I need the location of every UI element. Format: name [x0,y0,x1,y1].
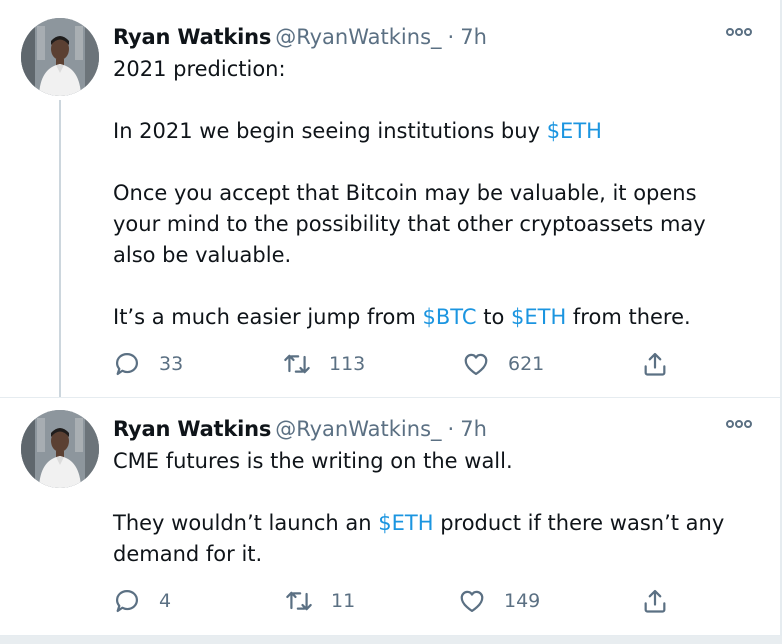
tweet-text: CME futures is the writing on the wall. … [113,446,740,570]
tweet-paragraph: They wouldn’t launch an $ETH product if … [113,511,725,566]
tweet-header: Ryan Watkins @RyanWatkins_ · 7h [113,412,740,446]
cashtag-link[interactable]: $BTC [423,305,477,329]
tweet-timestamp[interactable]: 7h [460,417,487,441]
retweet-count: 113 [329,353,366,375]
more-horizontal-icon [726,28,752,36]
avatar[interactable] [21,410,99,488]
tweet-paragraph: CME futures is the writing on the wall. [113,449,513,473]
like-count: 621 [508,353,545,375]
tweet-content: Ryan Watkins @RyanWatkins_ · 7h 2021 predic… [113,20,740,333]
tweet-text: 2021 prediction: In 2021 we begin seeing… [113,54,740,333]
timeline-bottom-border [0,636,782,644]
like-button[interactable]: 621 [462,346,544,382]
cashtag-link[interactable]: $ETH [511,305,566,329]
share-button[interactable] [641,583,669,619]
separator-dot: · [447,25,455,49]
author-handle[interactable]: @RyanWatkins_ [275,417,441,441]
tweet-paragraph: Once you accept that Bitcoin may be valu… [113,181,706,267]
cashtag-link[interactable]: $ETH [378,511,433,535]
like-count: 149 [504,590,541,612]
share-icon [644,352,666,376]
share-icon [644,589,666,613]
reply-button[interactable]: 33 [113,346,183,382]
retweet-button[interactable]: 113 [283,346,365,382]
more-options-button[interactable] [724,22,754,42]
tweet-1[interactable]: Ryan Watkins @RyanWatkins_ · 7h 2021 predic… [0,0,780,397]
thread-connector-line [59,100,61,397]
tweet-actions: 33 113 621 [113,346,693,382]
reply-button[interactable]: 4 [113,583,171,619]
retweet-icon [286,591,312,611]
avatar-image [21,410,99,488]
avatar[interactable] [21,18,99,96]
reply-icon [115,589,139,613]
author-name[interactable]: Ryan Watkins [113,25,271,49]
more-horizontal-icon [726,420,752,428]
author-handle[interactable]: @RyanWatkins_ [275,25,441,49]
retweet-icon [284,354,310,374]
separator-dot: · [447,417,455,441]
tweet-actions: 4 11 149 [113,583,693,619]
tweet-paragraph: 2021 prediction: [113,57,286,81]
reply-icon [115,352,139,376]
tweet-paragraph: In 2021 we begin seeing institutions buy… [113,119,602,143]
tweet-2[interactable]: Ryan Watkins @RyanWatkins_ · 7h CME futures… [0,397,780,636]
tweet-timestamp[interactable]: 7h [460,25,487,49]
reply-count: 4 [159,590,172,612]
like-button[interactable]: 149 [458,583,540,619]
cashtag-link[interactable]: $ETH [547,119,602,143]
retweet-button[interactable]: 11 [285,583,355,619]
author-name[interactable]: Ryan Watkins [113,417,271,441]
tweet-thread: Ryan Watkins @RyanWatkins_ · 7h 2021 predic… [0,0,782,644]
tweet-header: Ryan Watkins @RyanWatkins_ · 7h [113,20,740,54]
avatar-image [21,18,99,96]
reply-count: 33 [159,353,184,375]
more-options-button[interactable] [724,414,754,434]
tweet-content: Ryan Watkins @RyanWatkins_ · 7h CME futures… [113,412,740,570]
retweet-count: 11 [331,590,356,612]
heart-icon [460,590,484,613]
share-button[interactable] [641,346,669,382]
heart-icon [464,353,488,376]
tweet-paragraph: It’s a much easier jump from $BTC to $ET… [113,305,691,329]
